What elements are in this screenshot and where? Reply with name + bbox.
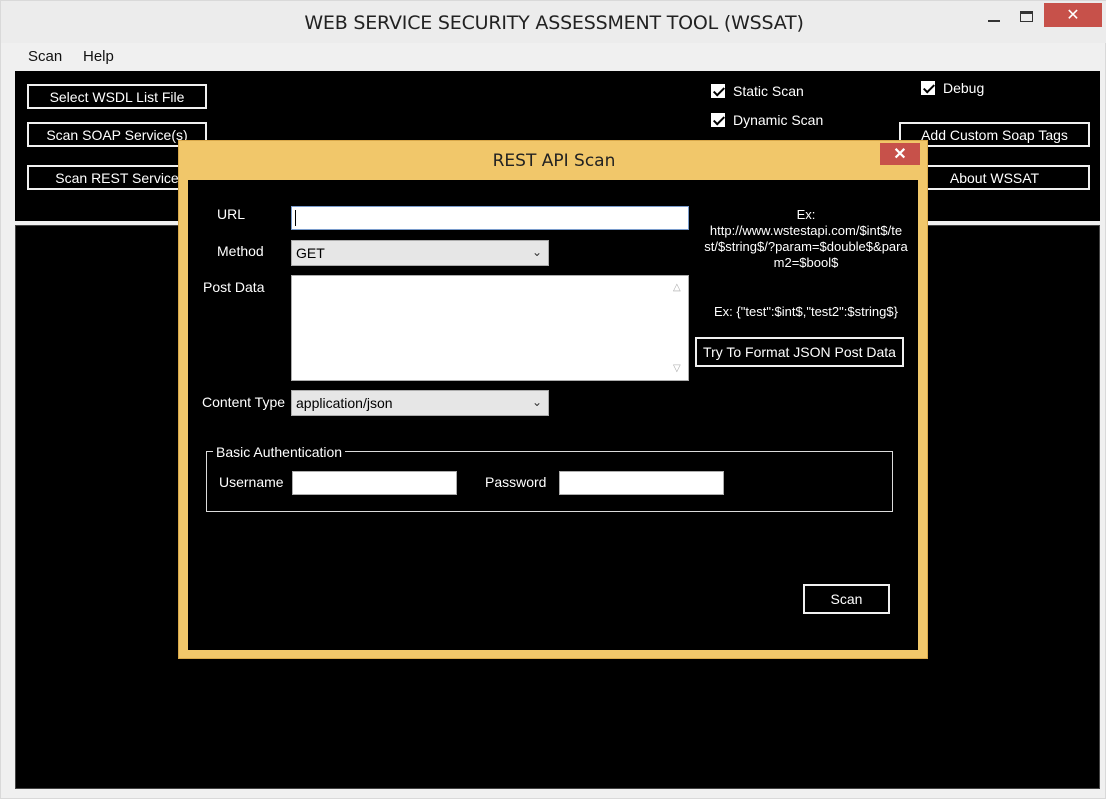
chevron-down-icon: ⌄: [531, 245, 542, 259]
content-type-value: application/json: [296, 395, 393, 411]
url-example-line: m2=$bool$: [773, 255, 839, 270]
method-label: Method: [217, 243, 264, 259]
dialog-close-button[interactable]: ✕: [880, 143, 920, 165]
debug-checkbox[interactable]: Debug: [921, 80, 984, 96]
scroll-up-icon[interactable]: △: [673, 282, 681, 293]
url-input[interactable]: [291, 206, 689, 230]
username-label: Username: [219, 474, 284, 490]
url-example-line: Ex:: [796, 207, 816, 222]
minimize-icon: [988, 20, 1000, 22]
dialog-title: REST API Scan: [492, 151, 616, 171]
method-select[interactable]: GET ⌄: [291, 240, 549, 266]
menu-scan[interactable]: Scan: [28, 48, 62, 65]
url-example-text: Ex: http://www.wstestapi.com/$int$/te st…: [699, 207, 913, 271]
content-type-select[interactable]: application/json ⌄: [291, 390, 549, 416]
basic-auth-legend: Basic Authentication: [213, 444, 346, 460]
rest-api-scan-dialog: REST API Scan ✕ URL Ex: http://www.wstes…: [178, 140, 928, 659]
title-bar: WEB SERVICE SECURITY ASSESSMENT TOOL (WS…: [1, 1, 1106, 43]
scroll-down-icon[interactable]: ▽: [673, 363, 681, 374]
close-button[interactable]: ✕: [1044, 3, 1102, 27]
method-value: GET: [296, 245, 325, 261]
dynamic-scan-label: Dynamic Scan: [733, 112, 824, 128]
static-scan-checkbox[interactable]: Static Scan: [711, 83, 804, 99]
json-example-text: Ex: {"test":$int$,"test2":$string$}: [714, 304, 898, 319]
post-data-label: Post Data: [203, 279, 265, 295]
window-title: WEB SERVICE SECURITY ASSESSMENT TOOL (WS…: [304, 12, 804, 34]
format-json-button[interactable]: Try To Format JSON Post Data: [695, 337, 904, 367]
post-data-scrollbar[interactable]: △ ▽: [670, 276, 688, 380]
post-data-textarea[interactable]: △ ▽: [291, 275, 689, 381]
static-scan-label: Static Scan: [733, 83, 804, 99]
password-label: Password: [485, 474, 547, 490]
checkbox-checked-icon[interactable]: [711, 113, 725, 127]
text-cursor: [295, 210, 296, 226]
menu-bar: Scan Help: [15, 43, 1100, 71]
maximize-button[interactable]: [1010, 3, 1042, 29]
maximize-icon: [1019, 10, 1033, 22]
chevron-down-icon: ⌄: [531, 395, 542, 409]
dynamic-scan-checkbox[interactable]: Dynamic Scan: [711, 112, 823, 128]
scan-button[interactable]: Scan: [803, 584, 890, 614]
select-wsdl-button[interactable]: Select WSDL List File: [27, 84, 207, 109]
content-type-label: Content Type: [202, 394, 286, 410]
debug-label: Debug: [943, 80, 985, 96]
url-example-line: http://www.wstestapi.com/$int$/te: [709, 223, 903, 238]
checkbox-checked-icon[interactable]: [711, 84, 725, 98]
minimize-button[interactable]: [978, 3, 1010, 29]
url-example-line: st/$string$/?param=$double$&para: [704, 239, 908, 254]
close-icon: ✕: [893, 146, 907, 163]
dialog-body: URL Ex: http://www.wstestapi.com/$int$/t…: [188, 180, 918, 650]
password-input[interactable]: [559, 471, 724, 495]
close-icon: ✕: [1066, 7, 1080, 24]
url-label: URL: [217, 206, 246, 222]
checkbox-checked-icon[interactable]: [921, 81, 935, 95]
username-input[interactable]: [292, 471, 457, 495]
menu-help[interactable]: Help: [83, 48, 114, 65]
